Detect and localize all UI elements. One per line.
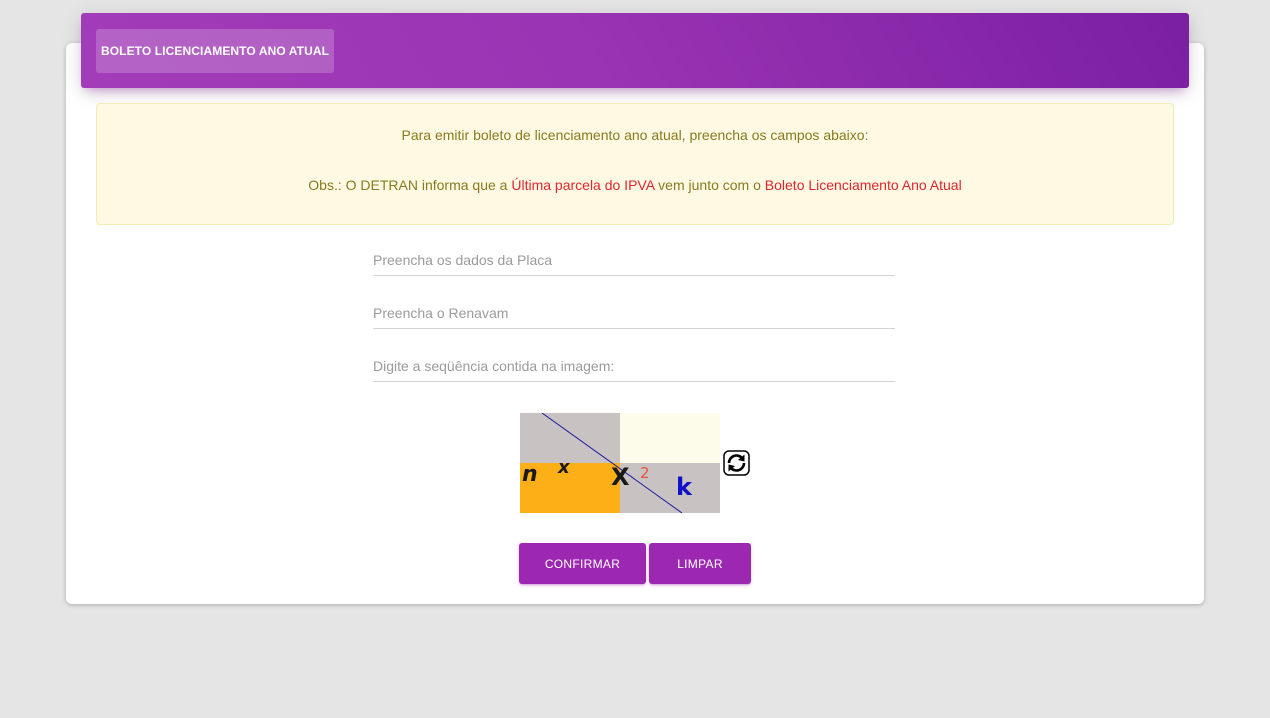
placa-field: [373, 246, 895, 276]
card-header: BOLETO LICENCIAMENTO ANO ATUAL: [81, 13, 1189, 88]
renavam-field: [373, 299, 895, 329]
info-notice: Para emitir boleto de licenciamento ano …: [96, 103, 1174, 225]
captcha-char-5: k: [676, 473, 693, 501]
tab-boleto-licenciamento[interactable]: BOLETO LICENCIAMENTO ANO ATUAL: [96, 29, 334, 73]
notice-obs-prefix: Obs.: O DETRAN informa que a: [308, 177, 512, 193]
captcha-char-3: X: [611, 463, 630, 491]
captcha-input[interactable]: [373, 352, 895, 380]
notice-highlight-ipva: Última parcela do IPVA: [511, 177, 655, 193]
captcha-field: [373, 352, 895, 382]
notice-observation: Obs.: O DETRAN informa que a Última parc…: [97, 177, 1173, 193]
placa-input[interactable]: [373, 246, 895, 274]
notice-highlight-boleto: Boleto Licenciamento Ano Atual: [764, 177, 962, 193]
confirm-button[interactable]: CONFIRMAR: [519, 543, 646, 584]
refresh-icon[interactable]: [723, 450, 750, 476]
captcha-image: n x X 2 k: [520, 413, 720, 513]
renavam-input[interactable]: [373, 299, 895, 327]
clear-button[interactable]: LIMPAR: [649, 543, 751, 584]
captcha-char-4: 2: [640, 464, 650, 482]
captcha-char-2: x: [557, 457, 571, 478]
notice-instructions: Para emitir boleto de licenciamento ano …: [401, 127, 869, 143]
notice-obs-middle: vem junto com o: [654, 177, 765, 193]
captcha-char-1: n: [522, 462, 538, 487]
